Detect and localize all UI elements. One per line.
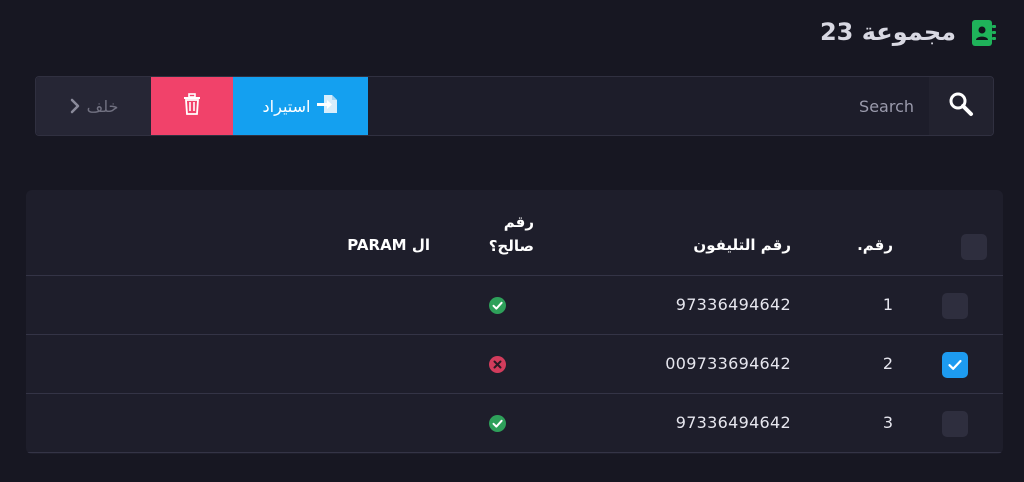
valid-check-icon [489,415,506,432]
table-row[interactable]: 1 97336494642 [26,276,1003,335]
row-phone: 97336494642 [675,295,791,314]
table-row[interactable]: 2 009733694642 [26,335,1003,394]
row-phone: 97336494642 [675,413,791,432]
checkmark-icon [948,359,962,370]
page: مجموعة 23 خلف استيراد Search رقم. رقم ال… [0,0,1024,482]
table-row[interactable]: 3 97336494642 [26,394,1003,453]
valid-check-icon [489,297,506,314]
column-header-param[interactable]: ال PARAM [347,236,430,254]
contact-book-icon [970,19,998,47]
trash-icon [182,93,202,119]
select-all-checkbox[interactable] [961,234,987,260]
import-label: استيراد [262,96,311,116]
search-input[interactable] [368,77,930,135]
invalid-x-icon [489,356,506,373]
row-checkbox[interactable] [942,411,968,437]
row-number: 2 [882,354,893,373]
search-button[interactable] [929,77,993,135]
chevron-right-icon [69,98,81,114]
row-phone: 009733694642 [665,354,791,373]
row-checkbox[interactable] [942,293,968,319]
row-number: 1 [882,295,893,314]
search-icon [948,91,974,121]
numbers-table: رقم. رقم التليفون رقم صالح؟ ال PARAM 1 9… [26,190,1003,454]
column-header-number[interactable]: رقم. [857,236,893,254]
column-header-valid[interactable]: رقم صالح؟ [464,210,534,258]
back-label: خلف [86,96,119,116]
table-header: رقم. رقم التليفون رقم صالح؟ ال PARAM [26,190,1003,276]
toolbar: خلف استيراد Search [35,76,994,136]
row-checkbox[interactable] [942,352,968,378]
page-title: مجموعة 23 [819,18,956,46]
column-header-phone[interactable]: رقم التليفون [693,236,791,254]
file-import-icon [316,93,338,119]
import-button[interactable]: استيراد [233,77,368,135]
row-number: 3 [882,413,893,432]
delete-button[interactable] [151,77,233,135]
back-button[interactable]: خلف [36,77,151,135]
